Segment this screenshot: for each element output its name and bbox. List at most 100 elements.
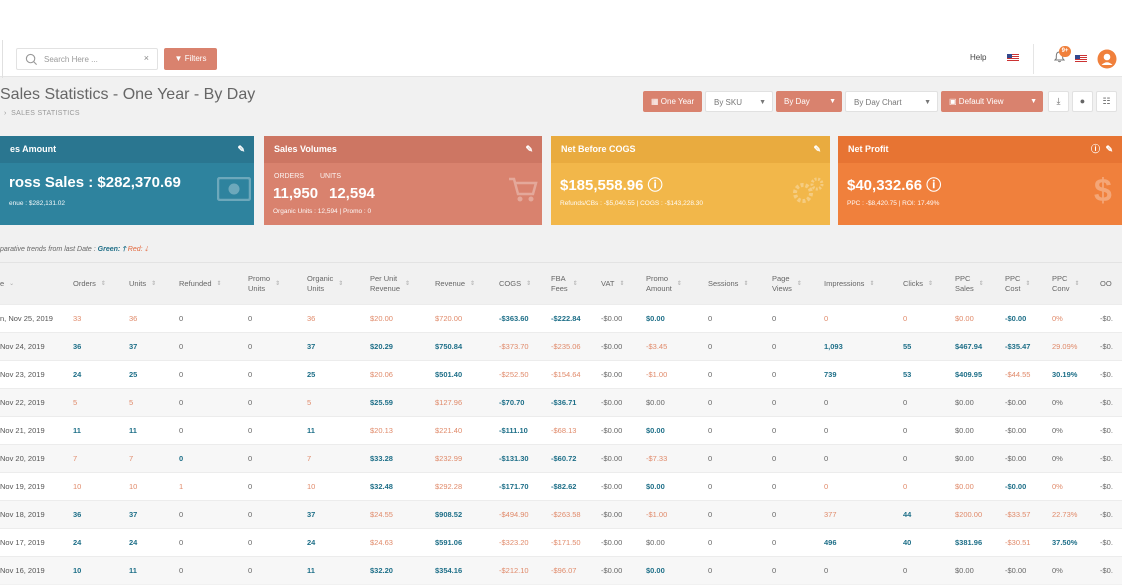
sidebar-toggle[interactable]	[0, 40, 3, 78]
sort-icon[interactable]: ⇕	[217, 279, 222, 289]
table-cell: 25	[129, 370, 138, 379]
table-row[interactable]: Nov 20, 2019 7 7 0 0 7 $33.28 $232.99 -$131.30 -$…	[0, 444, 1122, 472]
arrow-up-icon: 🡑	[122, 246, 126, 253]
search-box[interactable]: ×	[16, 48, 158, 70]
table-cell: 24	[129, 538, 138, 547]
table-cell: 0	[248, 482, 253, 491]
sort-icon[interactable]: ⇕	[677, 279, 682, 289]
table-cell: 36	[73, 342, 82, 351]
sales-amount-card: es Amount ✎ ross Sales : $282,370.69 enue…	[0, 136, 254, 225]
column-header[interactable]: Promo Amount ⇕	[646, 263, 682, 305]
column-header[interactable]: Organic Units ⇕	[307, 263, 343, 305]
column-header[interactable]: Revenue ⇕	[435, 263, 475, 305]
table-cell: $20.00	[370, 314, 393, 323]
breadcrumb[interactable]: › SALES STATISTICS	[4, 110, 80, 117]
table-row[interactable]: Nov 22, 2019 5 5 0 0 5 $25.59 $127.96 -$70.70 -$3…	[0, 388, 1122, 416]
table-cell: 0	[772, 482, 777, 491]
column-header[interactable]: Clicks ⇕	[903, 263, 933, 305]
column-header[interactable]: Sessions ⇕	[708, 263, 748, 305]
column-header[interactable]: Refunded ⇕	[179, 263, 222, 305]
column-header[interactable]: PPC Sales ⇕	[955, 263, 984, 305]
column-header[interactable]: VAT ⇕	[601, 263, 625, 305]
column-header[interactable]: PPC Cost ⇕	[1005, 263, 1030, 305]
sort-icon[interactable]: ⇕	[338, 279, 343, 289]
table-row[interactable]: Nov 23, 2019 24 25 0 0 25 $20.06 $501.40 -$252.5…	[0, 360, 1122, 388]
table-row[interactable]: Nov 21, 2019 11 11 0 0 11 $20.13 $221.40 -$111.1…	[0, 416, 1122, 444]
table-cell: 33	[73, 314, 82, 323]
sort-icon[interactable]: ⌄	[9, 279, 14, 289]
search-input[interactable]	[44, 51, 136, 67]
filters-button[interactable]: ▼ Filters	[164, 48, 217, 70]
sort-icon[interactable]: ⇕	[619, 279, 624, 289]
column-header[interactable]: Page Views ⇕	[772, 263, 802, 305]
column-header[interactable]: PPC Conv ⇕	[1052, 263, 1080, 305]
table-cell: $381.96	[955, 538, 983, 547]
columns-button[interactable]: ☷	[1096, 91, 1117, 112]
table-row[interactable]: Nov 18, 2019 36 37 0 0 37 $24.55 $908.52 -$494.9…	[0, 500, 1122, 528]
table-row[interactable]: Nov 17, 2019 24 24 0 0 24 $24.63 $591.06 -$323.2…	[0, 528, 1122, 556]
table-cell: 44	[903, 510, 912, 519]
sort-icon[interactable]: ⇕	[470, 279, 475, 289]
column-header[interactable]: Orders ⇕	[73, 263, 106, 305]
sort-icon[interactable]: ⇕	[979, 279, 984, 289]
arrow-down-icon: 🡓	[144, 246, 149, 253]
edit-icon[interactable]: ✎	[237, 136, 245, 163]
sort-icon[interactable]: ⇕	[101, 279, 106, 289]
sort-icon[interactable]: ⇕	[151, 279, 156, 289]
organic-promo-summary: Organic Units : 12,594 | Promo : 0	[273, 208, 372, 215]
table-cell: 0	[248, 370, 253, 379]
clear-search-button[interactable]: ×	[144, 53, 149, 63]
column-header[interactable]: e ⌄	[0, 263, 14, 305]
table-row[interactable]: Nov 24, 2019 36 37 0 0 37 $20.29 $750.84 -$373.7…	[0, 332, 1122, 360]
table-row[interactable]: Nov 16, 2019 10 11 0 0 11 $32.20 $354.16 -$212.1…	[0, 556, 1122, 584]
edit-icon[interactable]: ✎	[1105, 136, 1113, 163]
download-button[interactable]: ⤓	[1048, 91, 1069, 112]
sort-icon[interactable]: ⇕	[405, 279, 410, 289]
us-flag-icon[interactable]	[1075, 55, 1087, 63]
card-title: Net Before COGS	[561, 144, 636, 154]
table-row[interactable]: Nov 19, 2019 10 10 1 0 10 $32.48 $292.28 -$171.7…	[0, 472, 1122, 500]
table-cell: Nov 24, 2019	[0, 342, 45, 351]
table-row[interactable]: n, Nov 25, 2019 33 36 0 0 36 $20.00 $720.00 -$36…	[0, 304, 1122, 332]
sort-icon[interactable]: ⇕	[1025, 279, 1030, 289]
by-day-chart-select[interactable]: By Day Chart ▼	[845, 91, 938, 112]
breadcrumb-item[interactable]: SALES STATISTICS	[11, 110, 80, 117]
column-header[interactable]: Per Unit Revenue ⇕	[370, 263, 410, 305]
one-year-button[interactable]: ▦ One Year	[643, 91, 702, 112]
sort-icon[interactable]: ⇕	[928, 279, 933, 289]
column-header[interactable]: Promo Units ⇕	[248, 263, 280, 305]
info-icon[interactable]: ⓘ	[926, 177, 941, 194]
avatar[interactable]	[1097, 49, 1117, 69]
default-view-select[interactable]: ▣ Default View ▼	[941, 91, 1043, 112]
info-icon[interactable]: ⓘ	[648, 177, 663, 194]
edit-icon[interactable]: ✎	[813, 136, 821, 163]
sort-icon[interactable]: ⇕	[275, 279, 280, 289]
cart-icon	[509, 177, 538, 202]
by-day-select[interactable]: By Day ▼	[776, 91, 842, 112]
sort-icon[interactable]: ⇕	[573, 279, 578, 289]
info-icon[interactable]: ⓘ	[1091, 136, 1100, 163]
column-header[interactable]: Impressions ⇕	[824, 263, 874, 305]
table-cell: Nov 18, 2019	[0, 510, 45, 519]
column-header[interactable]: OO	[1100, 263, 1112, 305]
table-cell: -$36.71	[551, 398, 577, 407]
table-body: n, Nov 25, 2019 33 36 0 0 36 $20.00 $720.00 -$36…	[0, 304, 1122, 584]
table-cell: 11	[129, 566, 137, 575]
column-header[interactable]: Units ⇕	[129, 263, 156, 305]
table-cell: 0	[248, 566, 253, 575]
visibility-button[interactable]: ●	[1072, 91, 1093, 112]
sort-icon[interactable]: ⇕	[869, 279, 874, 289]
sort-icon[interactable]: ⇕	[797, 279, 802, 289]
column-header[interactable]: FBA Fees ⇕	[551, 263, 578, 305]
table-cell: -$70.70	[499, 398, 525, 407]
table-cell: $0.00	[646, 538, 665, 547]
sort-icon[interactable]: ⇕	[743, 279, 748, 289]
sort-icon[interactable]: ⇕	[526, 279, 531, 289]
us-flag-icon[interactable]	[1007, 54, 1019, 62]
help-link[interactable]: Help	[970, 53, 986, 62]
by-sku-select[interactable]: By SKU ▼	[705, 91, 773, 112]
sort-icon[interactable]: ⇕	[1075, 279, 1080, 289]
edit-icon[interactable]: ✎	[525, 136, 533, 163]
table-cell: 0%	[1052, 426, 1063, 435]
column-header[interactable]: COGS ⇕	[499, 263, 531, 305]
